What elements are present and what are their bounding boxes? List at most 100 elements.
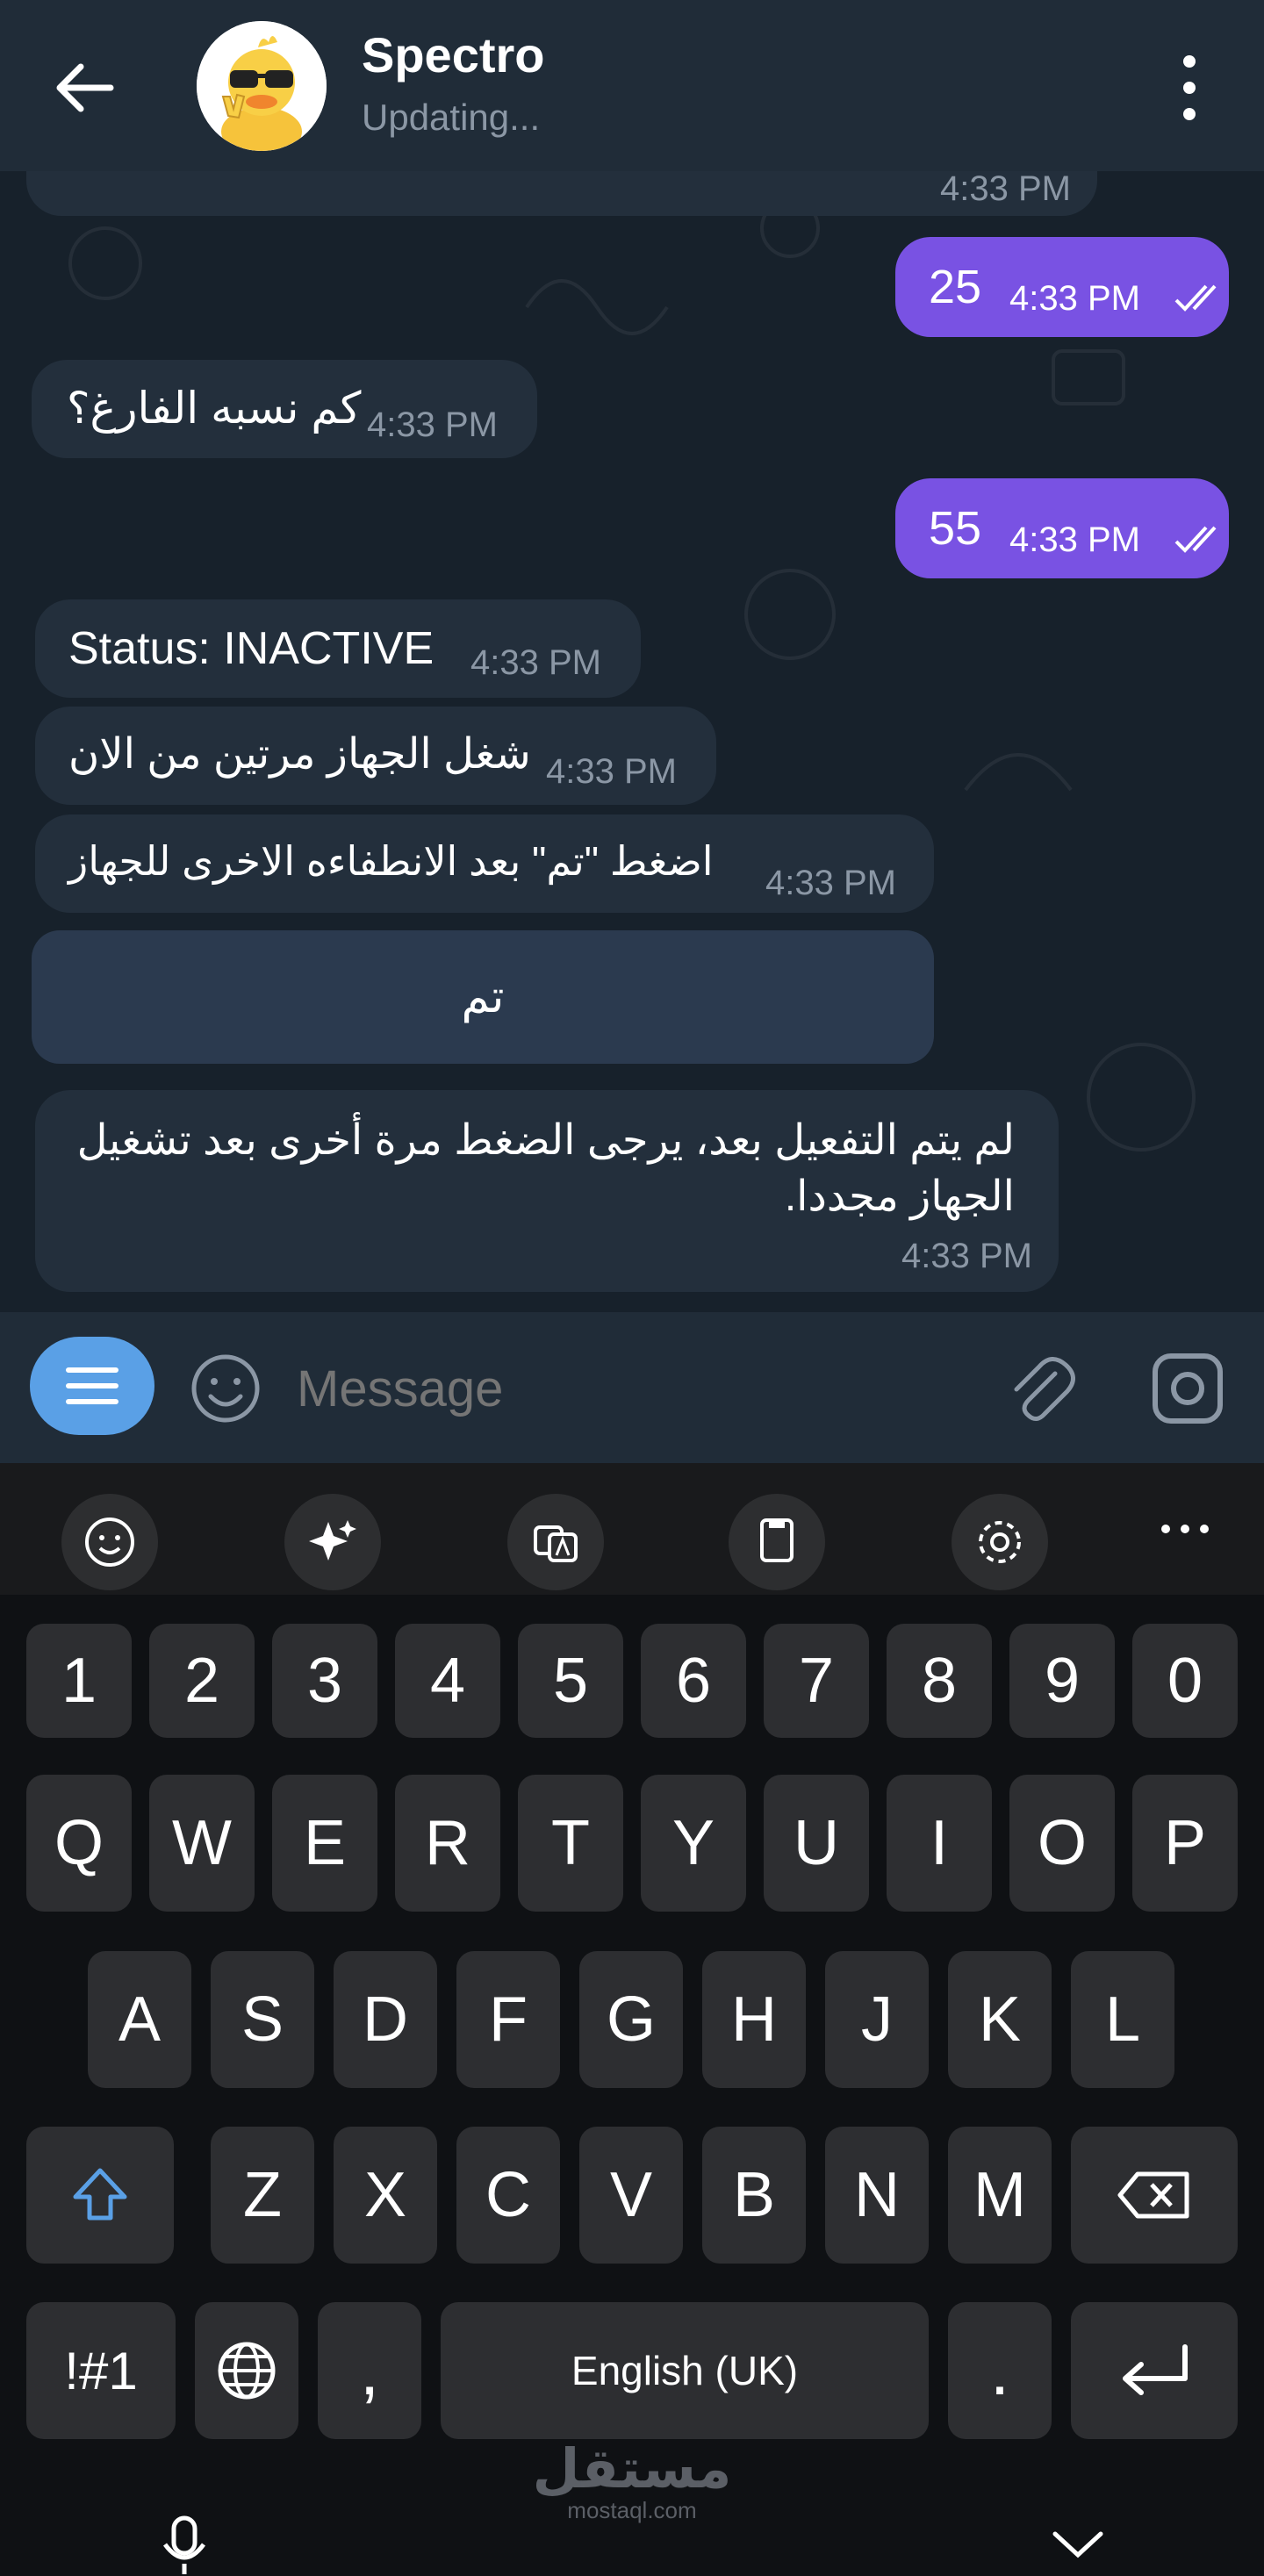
message-bubble-incoming[interactable]: لم يتم التفعيل بعد، يرجى الضغط مرة أخرى … [35,1090,1059,1292]
key-3[interactable]: 3 [272,1624,377,1738]
key-9[interactable]: 9 [1009,1624,1115,1738]
key-a[interactable]: A [88,1951,191,2088]
key-h[interactable]: H [702,1951,806,2088]
watermark: مستقل mostaql.com [492,2439,772,2523]
key-z[interactable]: Z [211,2127,314,2264]
message-text: 55 [929,502,982,555]
period-key[interactable]: . [948,2302,1052,2439]
key-4[interactable]: 4 [395,1624,500,1738]
message-text: لم يتم التفعيل بعد، يرجى الضغط مرة أخرى … [76,1117,1015,1220]
message-time: 4:33 PM [546,752,677,791]
key-u[interactable]: U [764,1775,869,1912]
backspace-key[interactable] [1071,2127,1238,2264]
key-l[interactable]: L [1071,1951,1174,2088]
message-text: كم نسبه الفارغ؟ [67,384,362,433]
key-x[interactable]: X [334,2127,437,2264]
message-time: 4:33 PM [1009,279,1140,318]
message-time: 4:33 PM [1009,520,1140,559]
message-bubble-incoming[interactable]: Status: INACTIVE 4:33 PM [35,599,641,698]
ai-sparkle-icon[interactable] [284,1494,381,1590]
key-b[interactable]: B [702,2127,806,2264]
message-time: 4:33 PM [367,405,498,444]
watermark-latin: mostaql.com [567,2497,697,2523]
emoji-icon[interactable] [61,1494,158,1590]
double-check-icon [1174,526,1217,553]
backspace-icon [1117,2171,1189,2219]
key-0[interactable]: 0 [1132,1624,1238,1738]
key-v[interactable]: V [579,2127,683,2264]
key-e[interactable]: E [272,1775,377,1912]
message-bubble-outgoing[interactable]: 25 4:33 PM [895,237,1229,337]
key-i[interactable]: I [887,1775,992,1912]
language-key[interactable] [195,2302,298,2439]
message-composer [0,1312,1264,1463]
key-j[interactable]: J [825,1951,929,2088]
attach-icon[interactable] [1004,1351,1080,1426]
key-o[interactable]: O [1009,1775,1115,1912]
key-p[interactable]: P [1132,1775,1238,1912]
key-w[interactable]: W [149,1775,255,1912]
key-k[interactable]: K [948,1951,1052,2088]
back-arrow-icon[interactable] [49,53,119,123]
menu-lines-icon [66,1367,118,1404]
key-f[interactable]: F [456,1951,560,2088]
key-g[interactable]: G [579,1951,683,2088]
shift-key[interactable] [26,2127,174,2264]
key-t[interactable]: T [518,1775,623,1912]
clipboard-icon[interactable] [729,1494,825,1590]
symbols-key[interactable]: !#1 [26,2302,176,2439]
key-d[interactable]: D [334,1951,437,2088]
emoji-icon[interactable] [188,1351,263,1426]
message-text: اضغط "تم" بعد الانطفاءه الاخرى للجهاز [68,838,714,884]
message-bubble-incoming[interactable]: اضغط "تم" بعد الانطفاءه الاخرى للجهاز 4:… [35,814,934,913]
key-7[interactable]: 7 [764,1624,869,1738]
key-c[interactable]: C [456,2127,560,2264]
avatar[interactable] [197,21,327,151]
message-time: 4:33 PM [901,1237,1032,1275]
keyboard: 1 2 3 4 5 6 7 8 9 0 Q W E R T Y U I O P … [0,1463,1264,2576]
shift-arrow-icon [73,2168,127,2221]
key-q[interactable]: Q [26,1775,132,1912]
message-time: 4:33 PM [470,643,601,682]
chat-title[interactable]: Spectro [362,26,545,83]
chat-status: Updating... [362,97,541,138]
key-n[interactable]: N [825,2127,929,2264]
hide-keyboard-chevron-icon[interactable] [1050,2527,1106,2562]
message-bubble-outgoing[interactable]: 55 4:33 PM [895,478,1229,578]
message-bubble-incoming[interactable]: شغل الجهاز مرتين من الان 4:33 PM [35,707,716,805]
more-options-icon[interactable] [1167,51,1211,125]
key-8[interactable]: 8 [887,1624,992,1738]
camera-icon[interactable] [1150,1351,1225,1426]
key-6[interactable]: 6 [641,1624,746,1738]
enter-key[interactable] [1071,2302,1238,2439]
key-r[interactable]: R [395,1775,500,1912]
duck-avatar-icon [197,21,327,151]
message-time: 4:33 PM [940,169,1071,208]
microphone-icon[interactable] [156,2515,212,2576]
key-1[interactable]: 1 [26,1624,132,1738]
message-bubble-incoming[interactable]: كم نسبه الفارغ؟ 4:33 PM [32,360,537,458]
enter-return-icon [1123,2344,1188,2395]
key-m[interactable]: M [948,2127,1052,2264]
keyboard-toolbar [0,1463,1264,1595]
key-5[interactable]: 5 [518,1624,623,1738]
message-text: Status: INACTIVE [68,623,434,674]
message-text: شغل الجهاز مرتين من الان [68,731,531,778]
chat-area[interactable]: 4:33 PM 25 4:33 PM كم نسبه الفارغ؟ 4:33 … [0,0,1264,1312]
message-text: 25 [929,261,982,313]
message-input[interactable] [295,1347,966,1430]
chat-header: Spectro Updating... [0,0,1264,171]
space-key[interactable]: English (UK) [441,2302,929,2439]
key-y[interactable]: Y [641,1775,746,1912]
watermark-arabic: مستقل [532,2439,732,2500]
settings-gear-icon[interactable] [952,1494,1048,1590]
bot-menu-button[interactable] [30,1337,154,1435]
translate-icon[interactable] [507,1494,604,1590]
key-s[interactable]: S [211,1951,314,2088]
more-horizontal-icon[interactable] [1159,1520,1211,1538]
inline-button-done[interactable]: تم [32,930,934,1064]
message-time: 4:33 PM [765,864,896,902]
comma-key[interactable]: , [318,2302,421,2439]
key-2[interactable]: 2 [149,1624,255,1738]
globe-icon [218,2342,276,2400]
